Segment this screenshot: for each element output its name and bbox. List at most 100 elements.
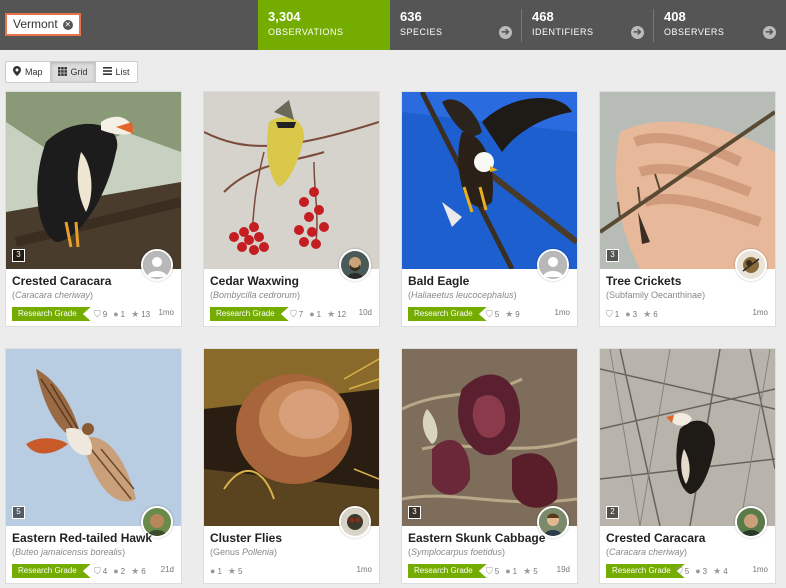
arrow-right-icon[interactable]: ➔ — [499, 26, 512, 39]
species-name[interactable]: Tree Crickets — [606, 274, 681, 288]
stat-species[interactable]: 636 SPECIES ➔ — [390, 0, 522, 50]
star-icon: ★ — [523, 565, 532, 576]
star-icon: ★ — [713, 565, 722, 576]
list-view-button[interactable]: List — [96, 62, 137, 82]
scientific-name: (Genus Pollenia) — [210, 547, 278, 557]
scientific-name: (Haliaeetus leucocephalus) — [408, 290, 517, 300]
star-icon: ★ — [505, 308, 514, 319]
comment-icon: ● — [695, 566, 701, 576]
observation-card[interactable]: Bald Eagle (Haliaeetus leucocephalus) Re… — [401, 91, 578, 327]
comment-icon: ● — [505, 566, 511, 576]
observation-meta: ⛉ 5 ● 1 ★ 5 — [486, 565, 538, 577]
comment-icon: ● — [210, 566, 216, 576]
quality-grade-badge: Research Grade — [12, 307, 91, 321]
photo-count-badge: 5 — [12, 506, 25, 519]
observation-meta: ⛉ 5 ● 3 ★ 4 — [676, 565, 728, 577]
comment-icon: ● — [113, 566, 119, 576]
stat-value: 3,304 — [268, 9, 301, 24]
observation-card[interactable]: 5 Eastern Red-tailed Hawk (Buteo jamaice… — [5, 348, 182, 584]
avatar[interactable] — [339, 249, 371, 281]
observation-age: 10d — [358, 308, 372, 317]
observation-photo[interactable] — [204, 92, 379, 269]
observation-photo[interactable] — [6, 349, 181, 526]
view-toggle: Map Grid List — [5, 61, 138, 83]
scientific-name: (Caracara cheriway) — [12, 290, 94, 300]
observation-age: 1mo — [554, 308, 570, 317]
quality-grade-badge: Research Grade — [606, 564, 685, 578]
species-name[interactable]: Eastern Red-tailed Hawk — [12, 531, 152, 545]
arrow-right-icon[interactable]: ➔ — [763, 26, 776, 39]
grid-icon — [57, 66, 67, 78]
close-icon[interactable]: ✕ — [62, 19, 73, 30]
stats-bar: Vermont ✕ 3,304 OBSERVATIONS 636 SPECIES… — [0, 0, 786, 50]
observation-card[interactable]: Cedar Waxwing (Bombycilla cedrorum) Rese… — [203, 91, 380, 327]
observation-photo[interactable] — [6, 92, 181, 269]
star-icon: ★ — [643, 308, 652, 319]
observation-age: 1mo — [752, 565, 768, 574]
grid-view-button[interactable]: Grid — [50, 62, 96, 82]
map-view-button[interactable]: Map — [6, 62, 51, 82]
species-name[interactable]: Eastern Skunk Cabbage — [408, 531, 545, 545]
map-marker-icon — [13, 66, 21, 78]
star-icon: ★ — [131, 308, 140, 319]
stat-label: OBSERVATIONS — [268, 27, 344, 37]
stat-value: 408 — [664, 9, 686, 24]
observation-card[interactable]: 3 Crested Caracara (Caracara cheriway) R… — [5, 91, 182, 327]
identification-icon: ⛉ — [606, 308, 613, 319]
observation-photo[interactable] — [600, 92, 775, 269]
scientific-name: (Subfamily Oecanthinae) — [606, 290, 706, 300]
stat-value: 468 — [532, 9, 554, 24]
avatar[interactable] — [537, 249, 569, 281]
arrow-right-icon[interactable]: ➔ — [631, 26, 644, 39]
species-name[interactable]: Cedar Waxwing — [210, 274, 299, 288]
scientific-name: (Symplocarpus foetidus) — [408, 547, 506, 557]
star-icon: ★ — [227, 565, 236, 576]
identification-icon: ⛉ — [94, 565, 101, 576]
observation-photo[interactable] — [600, 349, 775, 526]
species-name[interactable]: Cluster Flies — [210, 531, 282, 545]
photo-count-badge: 2 — [606, 506, 619, 519]
scientific-name: (Buteo jamaicensis borealis) — [12, 547, 126, 557]
observation-meta: ⛉ 7 ● 1 ★ 12 — [290, 308, 347, 320]
observation-age: 1mo — [158, 308, 174, 317]
avatar[interactable] — [339, 506, 371, 538]
avatar[interactable] — [735, 506, 767, 538]
avatar[interactable] — [141, 249, 173, 281]
list-view-label: List — [115, 67, 130, 77]
observation-card[interactable]: 2 Crested Caracara (Caracara cheriway) R… — [599, 348, 776, 584]
star-icon: ★ — [131, 565, 140, 576]
identification-icon: ⛉ — [290, 308, 297, 319]
observation-card[interactable]: 3 Tree Crickets (Subfamily Oecanthinae) … — [599, 91, 776, 327]
photo-count-badge: 3 — [12, 249, 25, 262]
observation-photo[interactable] — [402, 92, 577, 269]
stat-identifiers[interactable]: 468 IDENTIFIERS ➔ — [522, 0, 654, 50]
observation-photo[interactable] — [402, 349, 577, 526]
stat-value: 636 — [400, 9, 422, 24]
observation-meta: ⛉ 4 ● 2 ★ 6 — [94, 565, 146, 577]
identification-icon: ⛉ — [94, 308, 101, 319]
species-name[interactable]: Crested Caracara — [606, 531, 705, 545]
stat-observations[interactable]: 3,304 OBSERVATIONS — [258, 0, 390, 50]
quality-grade-badge: Research Grade — [210, 307, 289, 321]
comment-icon: ● — [625, 309, 631, 319]
observation-age: 1mo — [752, 308, 768, 317]
place-filter-label: Vermont — [13, 17, 58, 31]
scientific-name: (Bombycilla cedrorum) — [210, 290, 301, 300]
place-filter-chip[interactable]: Vermont ✕ — [5, 13, 81, 36]
photo-count-badge: 3 — [408, 506, 421, 519]
list-icon — [102, 67, 112, 77]
quality-grade-badge: Research Grade — [12, 564, 91, 578]
observation-age: 1mo — [356, 565, 372, 574]
observation-photo[interactable] — [204, 349, 379, 526]
quality-grade-badge: Research Grade — [408, 564, 487, 578]
avatar[interactable] — [735, 249, 767, 281]
species-name[interactable]: Bald Eagle — [408, 274, 469, 288]
map-view-label: Map — [25, 67, 43, 77]
observation-card[interactable]: 3 Eastern Skunk Cabbage (Symplocarpus fo… — [401, 348, 578, 584]
observation-meta: ● 1 ★ 5 — [210, 565, 243, 577]
observation-card[interactable]: Cluster Flies (Genus Pollenia) ● 1 ★ 5 1mo — [203, 348, 380, 584]
stat-observers[interactable]: 408 OBSERVERS ➔ — [654, 0, 786, 50]
grid-view-label: Grid — [70, 67, 88, 77]
comment-icon: ● — [113, 309, 119, 319]
species-name[interactable]: Crested Caracara — [12, 274, 111, 288]
